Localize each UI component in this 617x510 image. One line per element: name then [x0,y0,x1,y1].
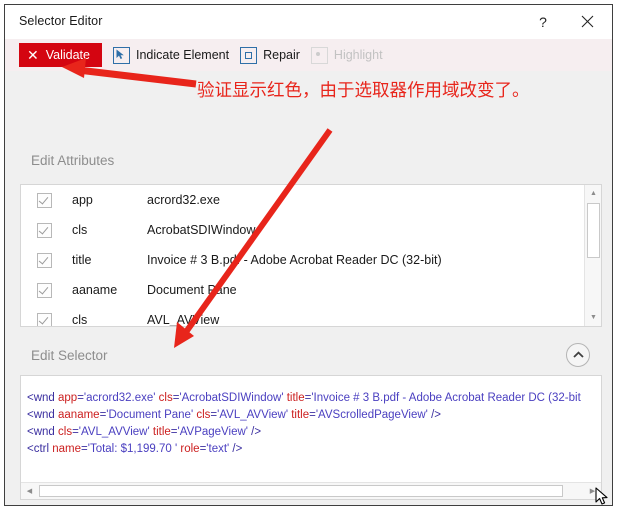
attribute-checkbox[interactable] [37,252,52,268]
attribute-name: app [72,193,93,207]
selector-code: <wnd app='acrord32.exe' cls='AcrobatSDIW… [27,390,601,458]
selector-attr-value: 'Invoice # 3 B.pdf - Adobe Acrobat Reade… [311,392,581,404]
attribute-value[interactable]: AVL_AVView [147,313,219,326]
selector-attr-name: title [152,426,171,438]
selector-horizontal-scrollbar[interactable]: ◀ ▶ [21,482,601,499]
selector-tag: <wnd [27,392,59,404]
selector-editor-dialog: Selector Editor ? ✕ Validate Indicate El… [4,4,613,506]
selector-tag: <wnd [27,409,59,421]
attribute-checkbox[interactable] [37,312,52,326]
attribute-name: cls [72,313,88,327]
attribute-row[interactable]: cls AVL_AVView [21,305,581,327]
scroll-down-icon[interactable]: ▼ [585,309,601,326]
validate-button[interactable]: ✕ Validate [19,43,102,67]
selector-equals: = [72,426,79,438]
selector-attr-value: 'AVL_AVView' [217,409,289,421]
attribute-checkbox[interactable] [37,282,52,298]
close-icon [581,15,593,28]
dialog-body: Edit Attributes app acrord32.exe cls Acroba… [5,71,612,505]
selector-equals: = [170,426,178,438]
selector-line: <ctrl name='Total: $1,199.70 ' role='tex… [27,441,601,458]
indicate-element-button[interactable]: Indicate Element [112,46,230,64]
window-title: Selector Editor [19,14,103,28]
selector-attr-value: 'acrord32.exe' [83,392,156,404]
selector-line: <wnd aaname='Document Pane' cls='AVL_AVV… [27,407,601,424]
selector-attr-value: 'Document Pane' [106,409,194,421]
selector-close: /> [427,409,441,421]
attributes-list[interactable]: app acrord32.exe cls AcrobatSDIWindow title I… [20,184,602,327]
attribute-name: title [72,253,92,267]
cursor-arrow-icon [116,49,124,59]
selector-attr-value: 'Total: $1,199.70 ' [87,443,178,455]
indicate-element-icon [112,46,130,64]
selector-attr-name: role [180,443,200,455]
selector-attr-value: 'AcrobatSDIWindow' [179,392,284,404]
selector-editor-textarea[interactable]: <wnd app='acrord32.exe' cls='AcrobatSDIW… [20,375,602,500]
selector-tag: <wnd [27,426,59,438]
highlight-button: Highlight [310,46,383,64]
edit-selector-heading: Edit Selector [31,348,108,363]
help-button[interactable]: ? [521,5,565,38]
x-icon: ✕ [27,47,39,63]
selector-attr-name: aaname [58,409,100,421]
selector-close: /> [247,426,262,438]
attribute-row[interactable]: cls AcrobatSDIWindow [21,215,581,245]
attribute-checkbox[interactable] [37,222,52,238]
selector-attr-value: 'AVPageView' [177,426,248,438]
scroll-right-icon[interactable]: ▶ [584,483,601,499]
attribute-value[interactable]: Document Pane [147,283,237,297]
repair-button[interactable]: Repair [240,46,300,64]
attributes-vertical-scrollbar[interactable]: ▲ ▼ [584,185,601,326]
attribute-value[interactable]: Invoice # 3 B.pdf - Adobe Acrobat Reader… [147,253,442,267]
selector-attr-name: cls [58,426,73,438]
highlight-label: Highlight [333,48,383,62]
close-button[interactable] [565,5,609,38]
scroll-left-icon[interactable]: ◀ [21,483,38,499]
selector-equals: = [81,443,88,455]
edit-attributes-heading: Edit Attributes [31,153,115,168]
highlight-icon [310,46,328,64]
scrollbar-thumb[interactable] [39,485,563,497]
attribute-name: aaname [72,283,118,297]
attribute-checkbox[interactable] [37,192,52,208]
selector-attr-name: cls [158,392,173,404]
chevron-up-icon [572,351,584,358]
scroll-up-icon[interactable]: ▲ [585,185,601,202]
toolbar: ✕ Validate Indicate Element Repair Highl… [5,39,612,71]
selector-equals: = [309,409,316,421]
collapse-selector-button[interactable] [566,343,590,367]
attribute-value[interactable]: AcrobatSDIWindow [147,223,255,237]
attribute-name: cls [72,223,88,237]
selector-line: <wnd cls='AVL_AVView' title='AVPageView'… [27,424,601,441]
selector-attr-name: app [58,392,78,404]
scrollbar-thumb[interactable] [587,203,600,258]
indicate-element-label: Indicate Element [135,48,230,62]
selector-equals: = [77,392,84,404]
selector-attr-value: 'AVScrolledPageView' [315,409,428,421]
selector-attr-name: title [291,409,310,421]
selector-tag: <ctrl [27,443,53,455]
attribute-row[interactable]: aaname Document Pane [21,275,581,305]
title-bar: Selector Editor ? [5,5,612,39]
repair-label: Repair [263,48,300,62]
selector-attr-value: 'AVL_AVView' [78,426,150,438]
attribute-row[interactable]: app acrord32.exe [21,185,581,215]
validate-button-label: Validate [45,48,90,62]
repair-icon [240,46,258,64]
selector-line: <wnd app='acrord32.exe' cls='AcrobatSDIW… [27,390,601,407]
selector-attr-name: title [286,392,305,404]
attributes-rows: app acrord32.exe cls AcrobatSDIWindow title I… [21,185,581,327]
attribute-row[interactable]: title Invoice # 3 B.pdf - Adobe Acrobat R… [21,245,581,275]
selector-attr-name: name [52,443,82,455]
selector-attr-value: 'text' [206,443,230,455]
selector-close: /> [229,443,243,455]
selector-attr-name: cls [196,409,211,421]
attribute-value[interactable]: acrord32.exe [147,193,220,207]
